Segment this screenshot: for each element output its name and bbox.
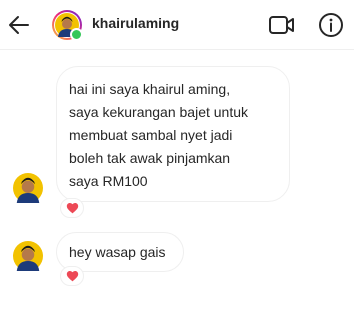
online-status-dot bbox=[70, 28, 83, 41]
chat-header: khairulaming bbox=[0, 0, 354, 50]
arrow-left-icon bbox=[9, 16, 29, 34]
back-button[interactable] bbox=[6, 12, 32, 38]
video-call-icon bbox=[269, 16, 294, 34]
profile-photo bbox=[13, 241, 43, 271]
message-reaction[interactable] bbox=[60, 198, 84, 218]
heart-icon bbox=[66, 271, 79, 282]
video-call-button[interactable] bbox=[268, 13, 296, 37]
chat-username[interactable]: khairulaming bbox=[92, 15, 179, 31]
sender-avatar[interactable] bbox=[13, 241, 43, 271]
profile-photo bbox=[13, 173, 43, 203]
message-bubble[interactable]: hai ini saya khairul aming, saya kekuran… bbox=[56, 66, 290, 202]
sender-avatar[interactable] bbox=[13, 173, 43, 203]
message-reaction[interactable] bbox=[60, 266, 84, 286]
header-avatar[interactable] bbox=[52, 10, 83, 41]
heart-icon bbox=[66, 203, 79, 214]
info-button[interactable] bbox=[318, 12, 344, 38]
info-icon bbox=[319, 13, 343, 37]
